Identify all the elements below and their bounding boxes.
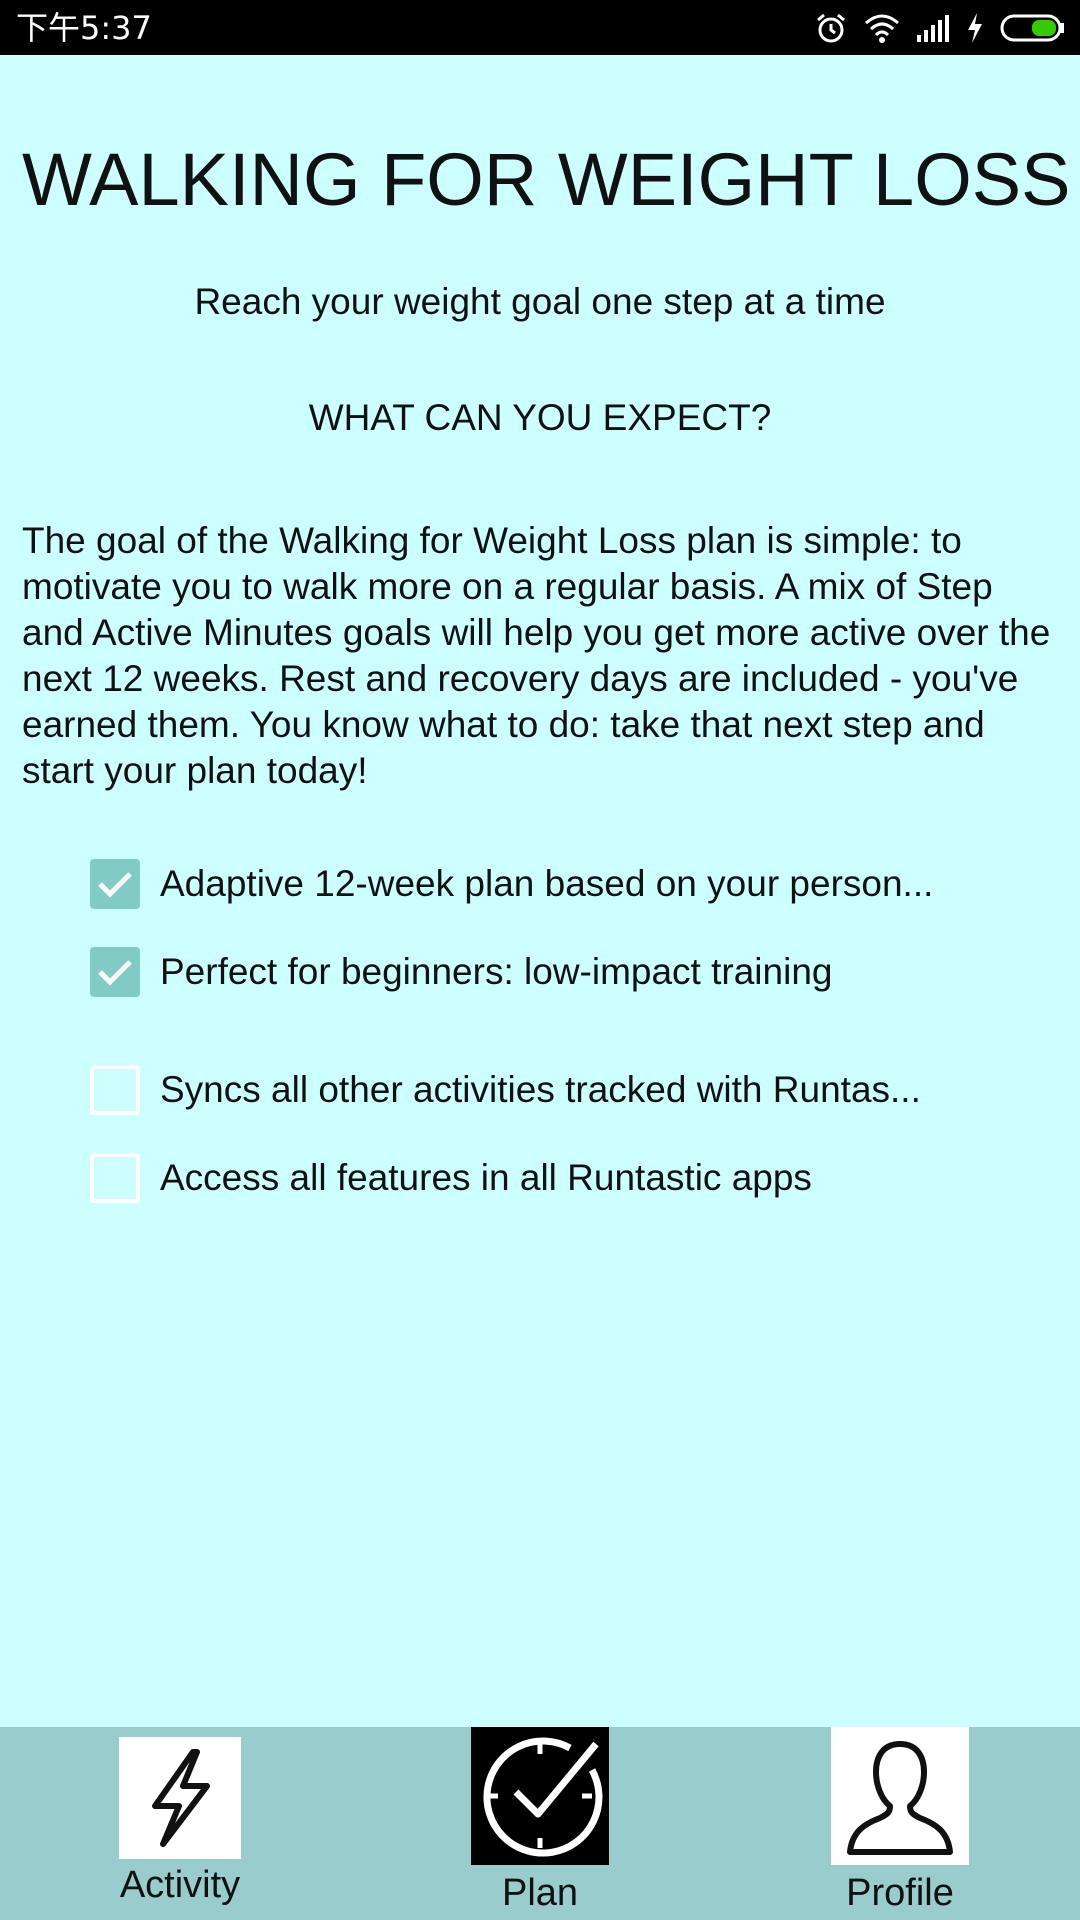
- nav-label-activity: Activity: [119, 1864, 241, 1906]
- checkbox-checked[interactable]: [90, 947, 140, 997]
- charging-icon: [968, 13, 982, 43]
- nav-item-plan[interactable]: Plan: [471, 1727, 609, 1915]
- clock-check-icon: [483, 1737, 603, 1857]
- signal-icon: [917, 15, 949, 42]
- checkmark-icon: [98, 960, 132, 986]
- plan-icon-box[interactable]: [471, 1727, 609, 1865]
- feature-label: Perfect for beginners: low-impact traini…: [160, 951, 833, 992]
- feature-label: Adaptive 12-week plan based on your pers…: [160, 863, 934, 904]
- feature-item-access-features[interactable]: Access all features in all Runtastic app…: [90, 1152, 1050, 1204]
- wifi-icon: [865, 14, 899, 43]
- profile-icon-box[interactable]: [831, 1727, 969, 1865]
- nav-item-activity[interactable]: Activity: [119, 1727, 241, 1907]
- feature-label: Access all features in all Runtastic app…: [160, 1157, 812, 1198]
- page-subtitle: Reach your weight goal one step at a tim…: [194, 281, 886, 322]
- feature-item-adaptive-plan[interactable]: Adaptive 12-week plan based on your pers…: [90, 858, 1050, 910]
- bottom-nav: Activity Plan Profile: [0, 1727, 1080, 1920]
- checkbox-checked[interactable]: [90, 859, 140, 909]
- checkmark-icon: [98, 872, 132, 898]
- feature-item-syncs-activities[interactable]: Syncs all other activities tracked with …: [90, 1064, 1050, 1116]
- checkbox-unchecked[interactable]: [90, 1153, 140, 1203]
- nav-label-profile: Profile: [846, 1872, 954, 1914]
- feature-item-beginners[interactable]: Perfect for beginners: low-impact traini…: [90, 946, 1050, 998]
- section-heading: WHAT CAN YOU EXPECT?: [308, 397, 772, 438]
- checkbox-unchecked[interactable]: [90, 1065, 140, 1115]
- page-title: WALKING FOR WEIGHT LOSS: [22, 138, 1071, 221]
- user-icon: [847, 1741, 953, 1855]
- activity-icon-box[interactable]: [119, 1737, 241, 1859]
- status-bar: 下午5:37: [0, 0, 1080, 55]
- plan-description: The goal of the Walking for Weight Loss …: [22, 520, 1051, 791]
- nav-item-profile[interactable]: Profile: [831, 1727, 969, 1915]
- nav-label-plan: Plan: [501, 1872, 579, 1914]
- status-icons: [814, 8, 1066, 48]
- battery-icon: [1000, 14, 1064, 42]
- alarm-icon: [817, 13, 845, 43]
- lightning-icon: [152, 1749, 210, 1847]
- feature-label: Syncs all other activities tracked with …: [160, 1069, 921, 1110]
- status-time: 下午5:37: [16, 9, 152, 47]
